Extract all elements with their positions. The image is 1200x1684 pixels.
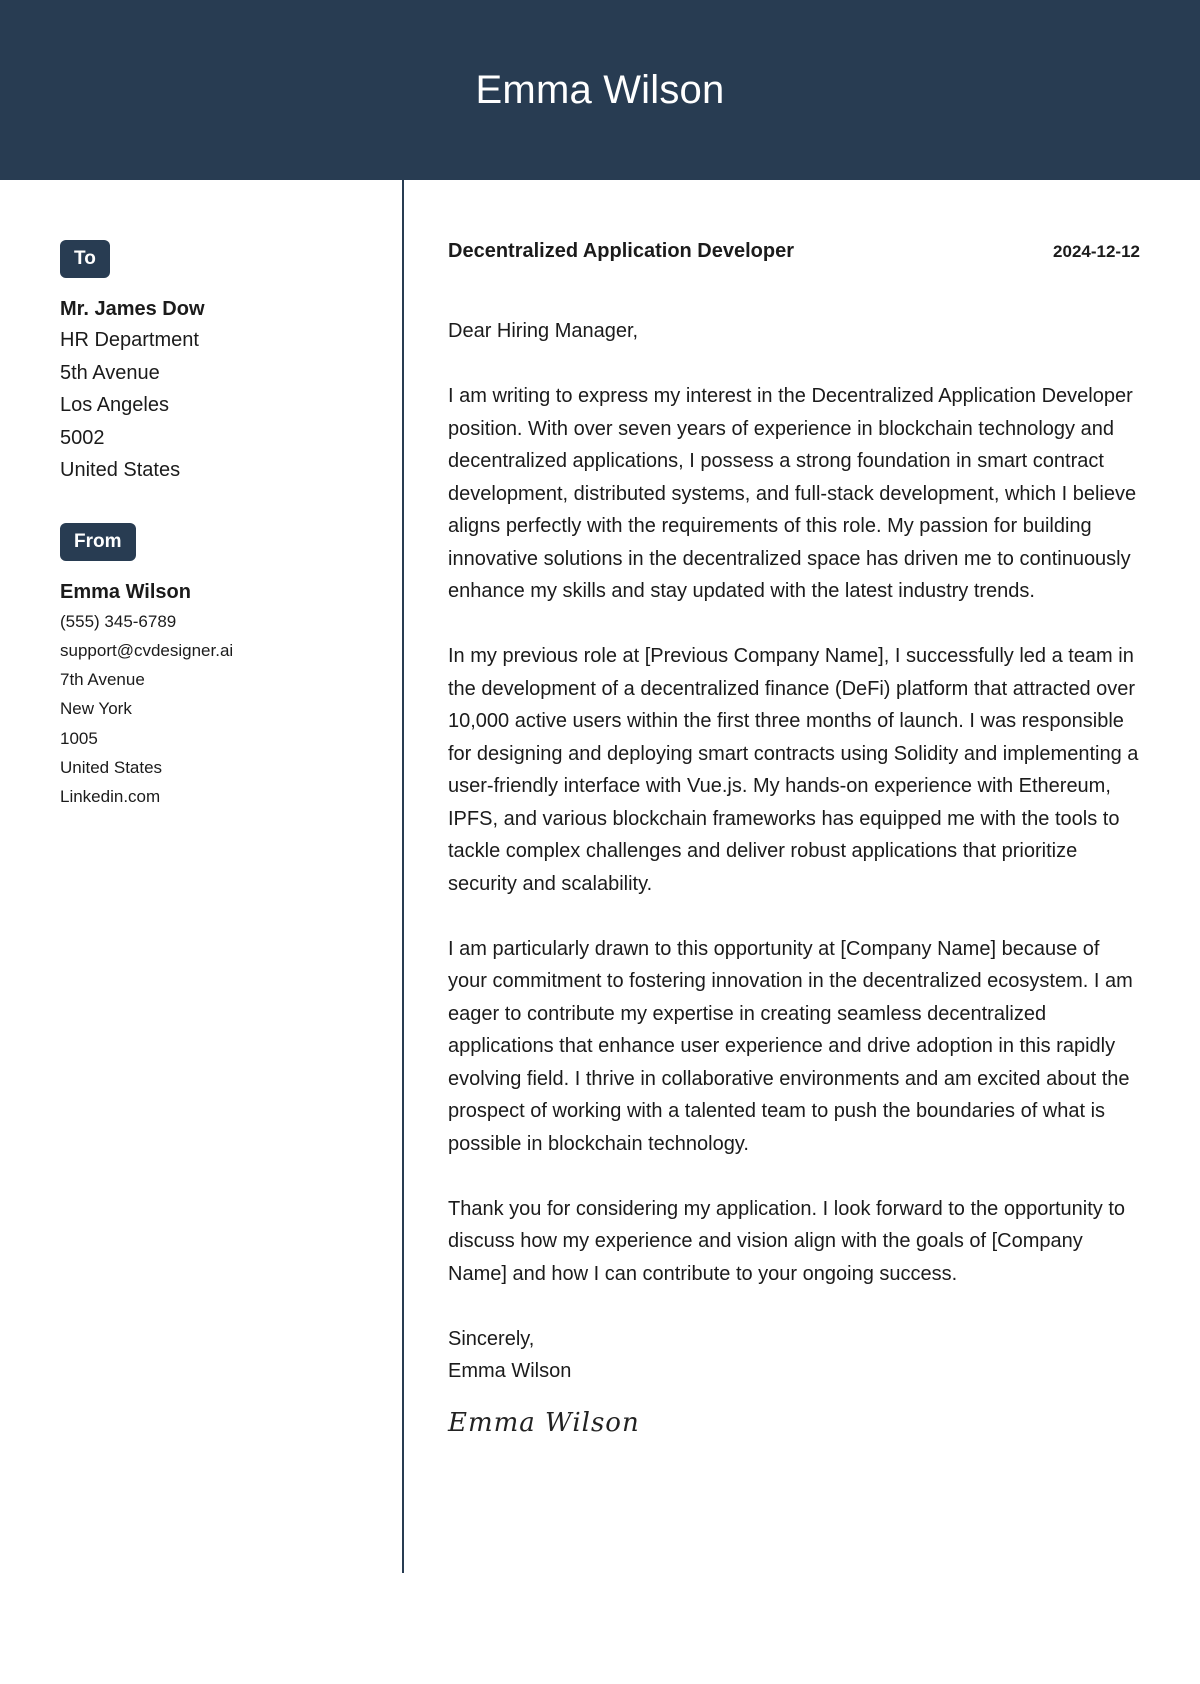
- closing: Sincerely,: [448, 1327, 535, 1350]
- letter-date: 2024-12-12: [1053, 242, 1140, 261]
- paragraph: Thank you for considering my application…: [448, 1197, 1126, 1285]
- recipient-postcode: 5002: [60, 426, 105, 449]
- applicant-name-heading: Emma Wilson: [475, 67, 725, 112]
- sender-postcode: 1005: [60, 728, 98, 748]
- sender-section: From Emma Wilson (555) 345-6789 support@…: [60, 487, 380, 812]
- sender-linkedin: Linkedin.com: [60, 787, 161, 807]
- job-title: Decentralized Application Developer: [448, 240, 795, 262]
- sender-email: support@cvdesigner.ai: [60, 640, 234, 660]
- sender-city: New York: [60, 699, 132, 719]
- recipient-city: Los Angeles: [60, 394, 169, 416]
- column-divider: [402, 180, 404, 1573]
- sidebar: To Mr. James Dow HR Department 5th Avenu…: [60, 240, 380, 812]
- paragraph: I am writing to express my interest in t…: [448, 385, 1137, 602]
- paragraph: I am particularly drawn to this opportun…: [448, 937, 1133, 1155]
- recipient-section: To Mr. James Dow HR Department 5th Avenu…: [60, 240, 380, 487]
- sender-name: Emma Wilson: [60, 580, 191, 603]
- header-banner: Emma Wilson: [0, 0, 1200, 180]
- greeting: Dear Hiring Manager,: [448, 320, 639, 342]
- letter-title-row: Decentralized Application Developer 2024…: [448, 240, 1140, 263]
- recipient-name: Mr. James Dow: [60, 298, 205, 320]
- sender-street: 7th Avenue: [60, 670, 145, 690]
- letter-body: Decentralized Application Developer 2024…: [448, 240, 1140, 1438]
- sender-phone: (555) 345-6789: [60, 611, 177, 631]
- recipient-street: 5th Avenue: [60, 361, 160, 384]
- recipient-country: United States: [60, 459, 181, 481]
- recipient-department: HR Department: [60, 329, 199, 351]
- from-badge: From: [60, 522, 136, 561]
- paragraph: In my previous role at [Previous Company…: [448, 645, 1139, 895]
- sender-country: United States: [60, 757, 163, 777]
- signature: Emma Wilson: [448, 1407, 640, 1438]
- to-badge: To: [60, 240, 110, 278]
- closing-name: Emma Wilson: [448, 1360, 572, 1382]
